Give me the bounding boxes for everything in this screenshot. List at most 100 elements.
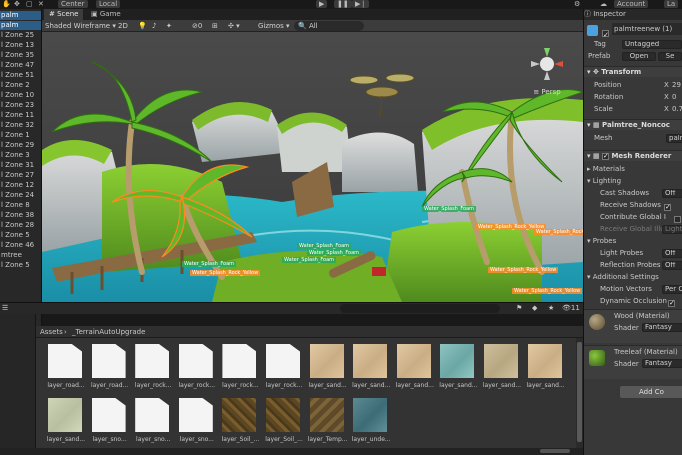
layers-dropdown[interactable]: La — [664, 0, 679, 8]
shading-mode-dropdown[interactable]: Shaded Wireframe ▾ — [45, 21, 116, 31]
asset-item[interactable]: layer_unde... — [349, 398, 391, 448]
hierarchy-item[interactable]: l Zone 24 — [0, 191, 41, 200]
hierarchy-item[interactable]: l Zone 2 — [0, 81, 41, 90]
hierarchy-item[interactable]: l Zone 47 — [0, 61, 41, 70]
cloud-icon[interactable]: ☁ — [600, 0, 607, 8]
hidden-packages-count[interactable]: 👁11 — [562, 304, 580, 312]
filter-label-icon[interactable]: ◆ — [532, 304, 537, 312]
lighting-foldout[interactable]: ▾ Lighting — [584, 176, 682, 187]
effects-dropdown-icon[interactable]: ✦ — [166, 21, 172, 31]
hierarchy-item[interactable]: l Zone 27 — [0, 171, 41, 180]
project-scrollbar[interactable] — [576, 338, 583, 448]
dynamic-occlusion-checkbox[interactable] — [668, 298, 675, 307]
rect-tool-icon[interactable]: ▢ — [26, 0, 33, 8]
tab-game[interactable]: ▣ Game — [86, 9, 126, 20]
audio-toggle-icon[interactable]: ♪ — [152, 21, 156, 31]
asset-item[interactable]: layer_sno... — [131, 398, 171, 448]
hierarchy-item[interactable]: l Zone 28 — [0, 221, 41, 230]
light-probes-dropdown[interactable]: Off — [662, 249, 682, 258]
asset-item[interactable]: layer_sand... — [480, 344, 521, 394]
scene-object-label[interactable]: Water_Splash_Rock_Yellow — [512, 288, 583, 294]
tab-scene[interactable]: # Scene — [44, 9, 84, 20]
rotation-x-label[interactable]: X — [664, 92, 669, 103]
hierarchy-item[interactable]: l Zone 5 — [0, 231, 41, 240]
position-x-field[interactable]: 29 — [672, 80, 681, 91]
asset-item[interactable]: layer_Soil_... — [262, 398, 303, 448]
breadcrumb-assets[interactable]: Assets — [40, 327, 63, 337]
hierarchy-item[interactable]: l Zone 32 — [0, 121, 41, 130]
asset-item[interactable]: layer_rock... — [218, 344, 259, 394]
mesh-renderer-enabled-checkbox[interactable] — [602, 151, 610, 161]
transform-header[interactable]: ▾ ✥ Transform — [584, 66, 682, 77]
hierarchy-item[interactable]: palm — [0, 21, 41, 30]
scene-object-label[interactable]: Water_Splash_Foam — [282, 257, 337, 263]
hierarchy-item[interactable]: l Zone 1 — [0, 131, 41, 140]
hierarchy-item[interactable]: l Zone 5 — [0, 261, 41, 270]
asset-item[interactable]: layer_sand... — [44, 398, 85, 448]
scene-object-label[interactable]: Water_Splash_Foam — [297, 243, 352, 249]
asset-item[interactable]: layer_rock... — [131, 344, 171, 394]
pivot-center-button[interactable]: Center — [58, 0, 88, 8]
hierarchy-item[interactable]: l Zone 23 — [0, 101, 41, 110]
asset-item[interactable]: layer_rock... — [262, 344, 302, 394]
receive-shadows-checkbox[interactable] — [664, 202, 671, 211]
add-component-button[interactable]: Add Co — [620, 386, 682, 398]
asset-item[interactable]: layer_sno... — [88, 398, 128, 448]
transform-tool-icon[interactable]: ✕ — [38, 0, 44, 8]
hierarchy-item[interactable]: l Zone 11 — [0, 111, 41, 120]
scene-object-label[interactable]: Water_Splash_Rock_Yellow — [534, 229, 583, 235]
project-search-input[interactable] — [340, 304, 500, 313]
scene-object-label[interactable]: Water_Splash_Foam — [307, 250, 362, 256]
favorite-icon[interactable]: ★ — [548, 304, 554, 312]
lighting-toggle-icon[interactable]: 💡 — [138, 21, 147, 31]
probes-foldout[interactable]: ▾ Probes — [584, 236, 682, 247]
pause-icon[interactable]: ❚❚ — [334, 0, 352, 8]
motion-vectors-dropdown[interactable]: Per C — [662, 285, 682, 294]
gizmos-dropdown[interactable]: Gizmos ▾ — [258, 21, 290, 31]
material-wood-header[interactable]: Wood (Material) Shader Fantasy Fo — [584, 309, 682, 343]
hierarchy-item[interactable]: mtree — [0, 251, 41, 260]
scale-x-label[interactable]: X — [664, 104, 669, 115]
breadcrumb-folder[interactable]: _TerrainAutoUpgrade — [72, 327, 145, 337]
mesh-renderer-header[interactable]: ▾ ▦ Mesh Renderer — [584, 150, 682, 161]
icon-size-slider[interactable] — [540, 449, 570, 453]
mesh-object-field[interactable]: palm — [666, 134, 682, 143]
inspector-tab[interactable]: ⓘ Inspector — [584, 9, 682, 20]
active-checkbox[interactable] — [602, 28, 609, 37]
project-menu-icon[interactable]: ☰ — [2, 304, 8, 312]
material-wood-shader-dropdown[interactable]: Fantasy Fo — [642, 323, 682, 332]
step-icon[interactable]: ▶❘ — [352, 0, 370, 8]
cast-shadows-dropdown[interactable]: Off — [662, 189, 682, 198]
scene-camera-icon[interactable]: ⊞ — [212, 21, 218, 31]
prefab-select-button[interactable]: Se — [658, 52, 682, 61]
tag-dropdown[interactable]: Untagged — [622, 40, 682, 49]
toggle-2d-button[interactable]: 2D — [118, 21, 128, 31]
mesh-filter-header[interactable]: ▾ ▦ Palmtree_Noncoc — [584, 119, 682, 130]
asset-item[interactable]: layer_road... — [88, 344, 128, 394]
hierarchy-item[interactable]: l Zone 10 — [0, 91, 41, 100]
hierarchy-item[interactable]: l Zone 8 — [0, 201, 41, 210]
move-tool-icon[interactable]: ✥ — [14, 0, 20, 8]
rotation-x-field[interactable]: 0 — [672, 92, 676, 103]
material-treeleaf-shader-dropdown[interactable]: Fantasy Fo — [642, 359, 682, 368]
asset-item[interactable]: layer_rock... — [175, 344, 215, 394]
hierarchy-item[interactable]: l Zone 12 — [0, 181, 41, 190]
scene-object-label[interactable]: Water_Splash_Foam — [422, 206, 477, 212]
collab-icon[interactable]: ⚙ — [574, 0, 580, 8]
hand-tool-icon[interactable]: ✋ — [2, 0, 11, 8]
hierarchy-item[interactable]: palm — [0, 11, 41, 20]
asset-item[interactable]: layer_road... — [44, 344, 85, 394]
hierarchy-item[interactable]: l Zone 31 — [0, 161, 41, 170]
hierarchy-item[interactable]: l Zone 25 — [0, 31, 41, 40]
play-icon[interactable]: ▶ — [316, 0, 328, 8]
account-button[interactable]: Account — [614, 0, 649, 8]
project-scrollbar-thumb[interactable] — [577, 342, 582, 442]
scene-object-label[interactable]: Water_Splash_Rock_Yellow — [190, 270, 261, 276]
asset-item[interactable]: layer_Soil_... — [218, 398, 259, 448]
reflection-probes-dropdown[interactable]: Off — [662, 261, 682, 270]
scale-x-field[interactable]: 0.7 — [672, 104, 682, 115]
contribute-gi-checkbox[interactable] — [674, 215, 681, 223]
hidden-objects-count[interactable]: ⊘0 — [192, 21, 202, 31]
materials-foldout[interactable]: ▸ Materials — [584, 164, 682, 175]
hierarchy-item[interactable]: l Zone 51 — [0, 71, 41, 80]
